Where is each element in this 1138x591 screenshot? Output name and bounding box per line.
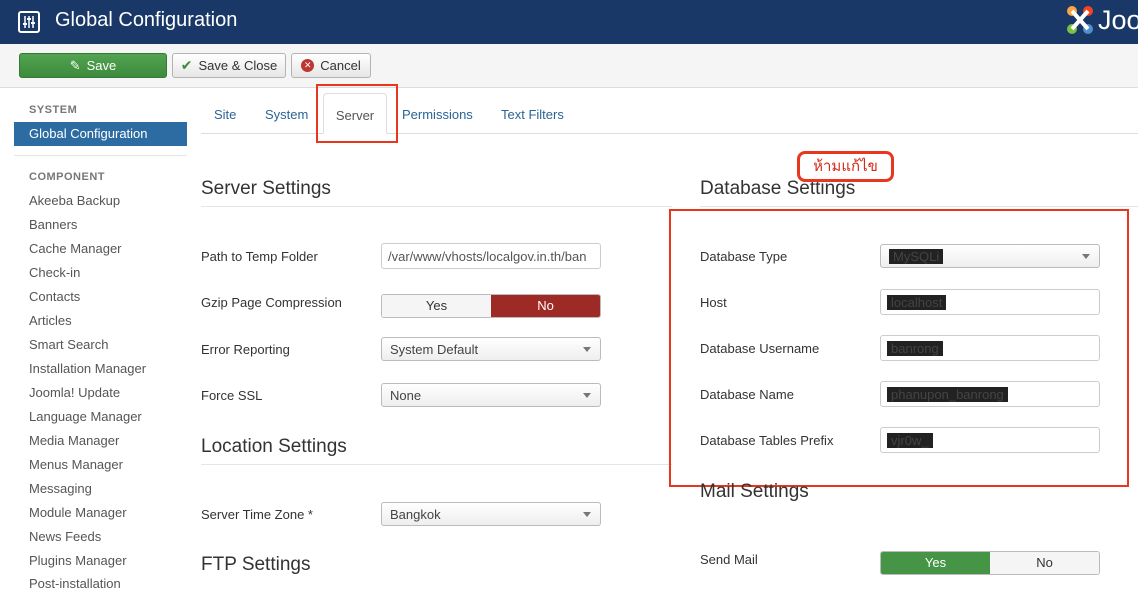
highlight-box-database — [669, 209, 1129, 487]
sidebar-item-cache-manager[interactable]: Cache Manager — [29, 241, 122, 256]
database-settings-divider — [700, 206, 1138, 207]
mail-settings-title: Mail Settings — [700, 481, 809, 502]
force-ssl-select[interactable]: None — [381, 383, 601, 407]
sidebar-item-menus-manager[interactable]: Menus Manager — [29, 457, 123, 472]
server-settings-title: Server Settings — [201, 178, 331, 199]
location-settings-divider — [201, 464, 672, 465]
sidebar-item-check-in[interactable]: Check-in — [29, 265, 80, 280]
gzip-no-option[interactable]: No — [491, 295, 600, 317]
do-not-edit-note: ห้ามแก้ไข — [797, 151, 894, 182]
location-settings-title: Location Settings — [201, 436, 347, 457]
sidebar-item-installation-manager[interactable]: Installation Manager — [29, 361, 146, 376]
sidebar-item-news-feeds[interactable]: News Feeds — [29, 529, 101, 544]
sidebar-header-system: SYSTEM — [29, 104, 78, 116]
send-mail-no-option[interactable]: No — [990, 552, 1099, 574]
cancel-icon: ✕ — [301, 59, 315, 72]
chevron-down-icon — [583, 347, 591, 352]
send-mail-yes-option[interactable]: Yes — [881, 552, 990, 574]
sidebar-item-module-manager[interactable]: Module Manager — [29, 505, 127, 520]
sidebar-item-language-manager[interactable]: Language Manager — [29, 409, 142, 424]
toolbar: ✎ Save ✔ Save & Close ✕ Cancel — [0, 44, 1138, 88]
force-ssl-label: Force SSL — [201, 388, 263, 403]
logo-text: Joo — [1098, 5, 1138, 35]
save-label: Save — [86, 58, 117, 73]
sidebar-divider — [14, 155, 187, 156]
check-icon: ✔ — [180, 57, 193, 73]
chevron-down-icon — [583, 512, 591, 517]
tab-site[interactable]: Site — [214, 107, 236, 122]
sidebar-item-contacts[interactable]: Contacts — [29, 289, 80, 304]
error-reporting-select[interactable]: System Default — [381, 337, 601, 361]
sidebar-item-joomla-update[interactable]: Joomla! Update — [29, 385, 120, 400]
header-bar: Global Configuration Joo — [0, 0, 1138, 44]
time-zone-value: Bangkok — [390, 507, 441, 522]
sidebar-item-banners[interactable]: Banners — [29, 217, 77, 232]
gzip-yes-option[interactable]: Yes — [382, 295, 491, 317]
sidebar-item-post-installation[interactable]: Post-installation — [29, 576, 121, 591]
sidebar-header-component: COMPONENT — [29, 171, 105, 183]
tab-text-filters[interactable]: Text Filters — [501, 107, 564, 122]
gzip-toggle[interactable]: Yes No — [381, 294, 601, 318]
tab-system[interactable]: System — [265, 107, 308, 122]
time-zone-label: Server Time Zone * — [201, 507, 313, 522]
joomla-logo[interactable]: Joo — [1064, 3, 1138, 39]
page-title: Global Configuration — [55, 9, 238, 31]
sidebar-item-akeeba-backup[interactable]: Akeeba Backup — [29, 193, 120, 208]
edit-icon: ✎ — [69, 57, 81, 73]
force-ssl-value: None — [390, 388, 422, 403]
send-mail-toggle[interactable]: Yes No — [880, 551, 1100, 575]
highlight-box-server-tab — [316, 84, 398, 143]
save-close-button[interactable]: ✔ Save & Close — [172, 53, 286, 78]
tab-permissions[interactable]: Permissions — [402, 107, 473, 122]
temp-folder-input[interactable]: /var/www/vhosts/localgov.in.th/ban — [381, 243, 601, 269]
time-zone-select[interactable]: Bangkok — [381, 502, 601, 526]
sidebar-item-plugins-manager[interactable]: Plugins Manager — [29, 553, 127, 568]
server-settings-divider — [201, 206, 672, 207]
save-close-label: Save & Close — [198, 58, 278, 73]
sidebar-item-messaging[interactable]: Messaging — [29, 481, 92, 496]
send-mail-label: Send Mail — [700, 552, 758, 567]
cancel-label: Cancel — [320, 58, 361, 73]
equalizer-icon — [18, 11, 40, 33]
sidebar-item-articles[interactable]: Articles — [29, 313, 72, 328]
cancel-button[interactable]: ✕ Cancel — [291, 53, 371, 78]
error-reporting-label: Error Reporting — [201, 342, 290, 357]
error-reporting-value: System Default — [390, 342, 479, 357]
save-button[interactable]: ✎ Save — [19, 53, 167, 78]
gzip-label: Gzip Page Compression — [201, 295, 342, 310]
sidebar-item-global-configuration[interactable]: Global Configuration — [14, 122, 187, 146]
chevron-down-icon — [583, 393, 591, 398]
sidebar-item-media-manager[interactable]: Media Manager — [29, 433, 119, 448]
temp-folder-label: Path to Temp Folder — [201, 249, 318, 264]
joomla-logo-icon — [1067, 6, 1093, 34]
ftp-settings-title: FTP Settings — [201, 554, 311, 575]
sidebar-item-smart-search[interactable]: Smart Search — [29, 337, 108, 352]
